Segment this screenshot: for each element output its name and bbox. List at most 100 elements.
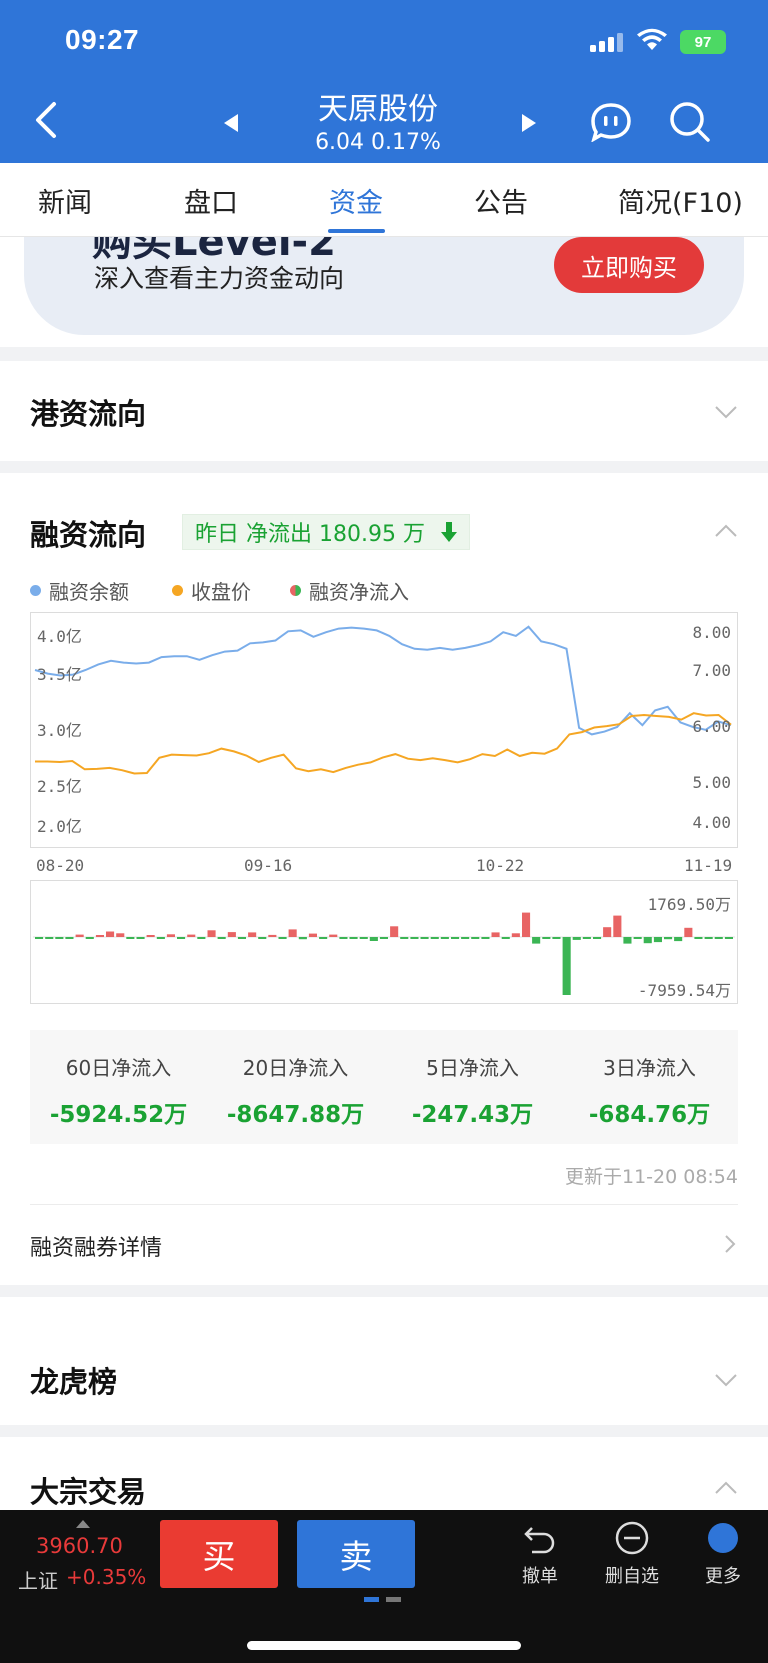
margin-detail-link[interactable]: 融资融券详情 bbox=[30, 1230, 162, 1262]
net-inflow-bar bbox=[653, 937, 662, 943]
bar-max-label: 1769.50万 bbox=[647, 895, 731, 914]
net-inflow-bar bbox=[268, 934, 277, 937]
net-inflow-bar bbox=[329, 934, 338, 937]
level2-banner-section: 购买Level-2 深入查看主力资金动向 立即购买 bbox=[0, 237, 768, 347]
net-inflow-bar bbox=[349, 937, 358, 939]
tab-news[interactable]: 新闻 bbox=[38, 181, 92, 220]
net-inflow-bar bbox=[400, 937, 409, 939]
stock-name: 天原股份 bbox=[318, 92, 438, 127]
stat-5d: 5日净流入 -247.43万 bbox=[384, 1052, 561, 1129]
stock-price-change: 6.04 0.17% bbox=[315, 130, 441, 155]
net-inflow-bar bbox=[724, 937, 733, 939]
hk-flow-title: 港资流向 bbox=[30, 397, 147, 431]
left-tick-label: 3.5亿 bbox=[37, 665, 82, 684]
stat-60d: 60日净流入 -5924.52万 bbox=[30, 1052, 207, 1129]
stat-value: -247.43万 bbox=[411, 1102, 534, 1128]
net-inflow-bar bbox=[603, 927, 612, 937]
net-inflow-bar bbox=[410, 937, 419, 939]
net-inflow-bar bbox=[55, 937, 64, 939]
right-tick-label: 8.00 bbox=[692, 623, 731, 642]
net-inflow-bar bbox=[593, 937, 602, 939]
right-tick-label: 7.00 bbox=[692, 661, 731, 680]
net-inflow-stats: 60日净流入 -5924.52万 20日净流入 -8647.88万 5日净流入 … bbox=[30, 1030, 738, 1144]
net-inflow-bar bbox=[704, 937, 713, 939]
net-inflow-bar-chart: 1769.50万 -7959.54万 bbox=[30, 880, 738, 1004]
net-inflow-bar bbox=[339, 937, 348, 939]
tab-f10-overview[interactable]: 简况(F10) bbox=[618, 181, 743, 220]
hk-flow-section[interactable]: 港资流向 bbox=[0, 361, 768, 461]
net-inflow-bar bbox=[298, 937, 307, 940]
net-inflow-bar bbox=[572, 937, 581, 940]
net-inflow-bar bbox=[461, 937, 470, 939]
dragon-tiger-section[interactable]: 龙虎榜 bbox=[0, 1297, 768, 1425]
buy-now-button[interactable]: 立即购买 bbox=[554, 237, 704, 293]
net-inflow-bar bbox=[45, 937, 54, 939]
cellular-signal-icon bbox=[590, 32, 624, 52]
net-inflow-bar bbox=[471, 937, 480, 939]
level2-banner[interactable]: 购买Level-2 深入查看主力资金动向 立即购买 bbox=[24, 237, 744, 335]
right-tick-label: 4.00 bbox=[692, 813, 731, 832]
index-value[interactable]: 3960.70 bbox=[36, 1534, 123, 1558]
net-inflow-bar bbox=[75, 934, 84, 937]
tab-order-book[interactable]: 盘口 bbox=[184, 181, 238, 220]
minus-circle-icon bbox=[615, 1521, 649, 1555]
net-inflow-bar bbox=[136, 937, 145, 939]
net-inflow-bar bbox=[390, 926, 399, 937]
tab-announcements[interactable]: 公告 bbox=[474, 181, 528, 220]
net-inflow-bar bbox=[420, 937, 429, 939]
net-inflow-bar bbox=[430, 937, 439, 939]
search-icon[interactable] bbox=[668, 100, 712, 144]
net-inflow-bar bbox=[217, 937, 226, 939]
next-stock-icon[interactable] bbox=[518, 112, 540, 134]
stat-20d: 20日净流入 -8647.88万 bbox=[207, 1052, 384, 1129]
updated-time: 更新于11-20 08:54 bbox=[564, 1166, 738, 1188]
legend-net-inflow: 融资净流入 bbox=[290, 576, 409, 605]
more-icon bbox=[708, 1523, 738, 1553]
chevron-right-icon[interactable] bbox=[724, 1234, 736, 1254]
chevron-down-icon[interactable] bbox=[714, 405, 738, 419]
cancel-order-button[interactable]: 撤单 bbox=[500, 1520, 580, 1588]
dragon-tiger-title: 龙虎榜 bbox=[30, 1365, 118, 1399]
right-tick-label: 5.00 bbox=[692, 773, 731, 792]
net-inflow-bar bbox=[146, 935, 155, 937]
remove-watchlist-button[interactable]: 删自选 bbox=[592, 1520, 672, 1588]
net-inflow-bar bbox=[319, 937, 328, 939]
margin-flow-title: 融资流向 bbox=[30, 518, 147, 552]
more-button[interactable]: 更多 bbox=[683, 1520, 763, 1588]
home-indicator bbox=[247, 1641, 521, 1650]
net-inflow-bar bbox=[237, 937, 246, 939]
tab-funds[interactable]: 资金 bbox=[329, 181, 383, 220]
chat-icon[interactable] bbox=[590, 102, 632, 142]
x-tick-label: 09-16 bbox=[244, 856, 293, 875]
index-change: +0.35% bbox=[66, 1565, 147, 1589]
net-inflow-bar bbox=[126, 937, 135, 939]
net-inflow-bar bbox=[481, 937, 490, 939]
block-trade-title: 大宗交易 bbox=[30, 1475, 147, 1509]
net-inflow-bar bbox=[177, 937, 186, 939]
net-inflow-bar bbox=[633, 937, 642, 939]
x-tick-label: 10-22 bbox=[476, 856, 525, 875]
net-inflow-bar bbox=[35, 937, 44, 939]
left-tick-label: 4.0亿 bbox=[37, 627, 82, 646]
net-inflow-bar bbox=[714, 937, 723, 939]
chevron-up-icon[interactable] bbox=[714, 1481, 738, 1495]
x-tick-label: 11-19 bbox=[684, 856, 733, 875]
expand-up-icon[interactable] bbox=[76, 1520, 90, 1528]
banner-subtitle: 深入查看主力资金动向 bbox=[94, 264, 345, 293]
chevron-down-icon[interactable] bbox=[714, 1373, 738, 1387]
sell-button[interactable]: 卖 bbox=[297, 1520, 415, 1588]
buy-button[interactable]: 买 bbox=[160, 1520, 278, 1588]
back-arrow-icon[interactable] bbox=[32, 100, 62, 140]
previous-stock-icon[interactable] bbox=[220, 112, 242, 134]
yesterday-net-flow-badge: 昨日 净流出 180.95 万 bbox=[182, 514, 470, 550]
net-inflow-bar bbox=[197, 937, 206, 939]
stat-value: -684.76万 bbox=[588, 1102, 711, 1128]
down-arrow-icon bbox=[440, 522, 457, 542]
stat-label: 3日净流入 bbox=[603, 1056, 696, 1080]
legend-close-price: 收盘价 bbox=[172, 576, 251, 605]
net-inflow-bar bbox=[95, 935, 104, 937]
block-trade-section[interactable]: 大宗交易 bbox=[0, 1437, 768, 1517]
net-inflow-bar bbox=[258, 937, 267, 939]
chevron-up-icon[interactable] bbox=[714, 524, 738, 538]
net-inflow-bar bbox=[684, 927, 693, 937]
